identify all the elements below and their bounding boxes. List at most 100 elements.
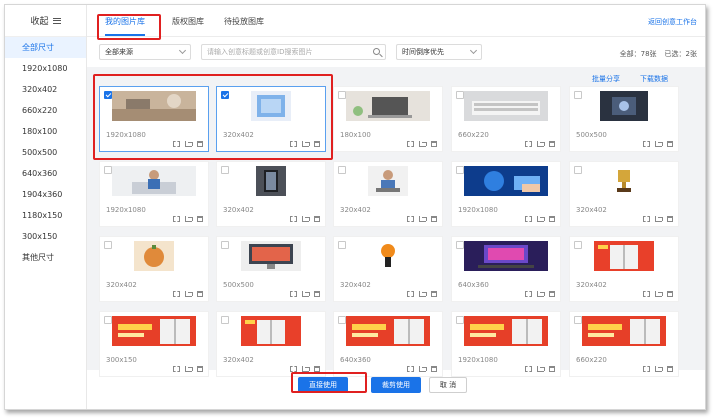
- crop-icon[interactable]: [185, 216, 193, 222]
- image-card[interactable]: 1920x1080: [451, 311, 561, 377]
- search-icon[interactable]: [373, 48, 380, 55]
- expand-icon[interactable]: [643, 141, 650, 147]
- expand-icon[interactable]: [525, 141, 532, 147]
- expand-icon[interactable]: [173, 216, 180, 222]
- cancel-button[interactable]: 取 消: [429, 377, 467, 393]
- trash-icon[interactable]: [667, 216, 673, 222]
- crop-icon[interactable]: [185, 141, 193, 147]
- image-card[interactable]: 320x402: [333, 161, 443, 227]
- trash-icon[interactable]: [197, 141, 203, 147]
- sidebar-item-500x500[interactable]: 500x500: [5, 142, 86, 163]
- expand-icon[interactable]: [643, 216, 650, 222]
- download-data-link[interactable]: 下载数据: [640, 74, 668, 84]
- crop-icon[interactable]: [185, 291, 193, 297]
- crop-icon[interactable]: [419, 216, 427, 222]
- image-card[interactable]: 660x220: [451, 86, 561, 152]
- crop-use-button[interactable]: 裁剪使用: [371, 377, 421, 393]
- image-card[interactable]: 1920x1080: [99, 86, 209, 152]
- image-card[interactable]: 640x360: [451, 236, 561, 302]
- crop-icon[interactable]: [537, 141, 545, 147]
- image-card[interactable]: 640x360: [333, 311, 443, 377]
- image-card[interactable]: 320x402: [333, 236, 443, 302]
- sidebar-item-1904x360[interactable]: 1904x360: [5, 184, 86, 205]
- image-card[interactable]: 320x402: [99, 236, 209, 302]
- sidebar-item-other-sizes[interactable]: 其他尺寸: [5, 247, 86, 268]
- sidebar-item-320x402[interactable]: 320x402: [5, 79, 86, 100]
- select-checkbox[interactable]: [338, 166, 346, 174]
- select-checkbox[interactable]: [574, 91, 582, 99]
- expand-icon[interactable]: [290, 216, 297, 222]
- crop-icon[interactable]: [655, 141, 663, 147]
- sidebar-collapse[interactable]: 收起: [5, 5, 86, 37]
- trash-icon[interactable]: [431, 216, 437, 222]
- crop-icon[interactable]: [302, 141, 310, 147]
- select-checkbox[interactable]: [574, 241, 582, 249]
- return-workbench-link[interactable]: 返回创意工作台: [648, 17, 697, 27]
- expand-icon[interactable]: [173, 141, 180, 147]
- trash-icon[interactable]: [549, 291, 555, 297]
- sidebar-item-660x220[interactable]: 660x220: [5, 100, 86, 121]
- sidebar-item-1920x1080[interactable]: 1920x1080: [5, 58, 86, 79]
- trash-icon[interactable]: [197, 291, 203, 297]
- crop-icon[interactable]: [537, 291, 545, 297]
- image-card[interactable]: 320x402: [216, 161, 326, 227]
- tab-copyright-library[interactable]: 版权图库: [172, 16, 204, 27]
- search-input[interactable]: [202, 45, 367, 59]
- crop-icon[interactable]: [302, 216, 310, 222]
- select-checkbox[interactable]: [221, 241, 229, 249]
- crop-icon[interactable]: [655, 291, 663, 297]
- trash-icon[interactable]: [431, 291, 437, 297]
- sidebar-item-640x360[interactable]: 640x360: [5, 163, 86, 184]
- sidebar-item-1180x150[interactable]: 1180x150: [5, 205, 86, 226]
- trash-icon[interactable]: [431, 141, 437, 147]
- sidebar-item-all-sizes[interactable]: 全部尺寸: [5, 37, 86, 58]
- expand-icon[interactable]: [525, 216, 532, 222]
- tab-pending-library[interactable]: 待投放图库: [224, 16, 264, 27]
- sort-select[interactable]: 时间倒序优先: [396, 44, 482, 60]
- trash-icon[interactable]: [314, 291, 320, 297]
- image-card[interactable]: 1920x1080: [451, 161, 561, 227]
- expand-icon[interactable]: [525, 291, 532, 297]
- crop-icon[interactable]: [419, 291, 427, 297]
- select-checkbox[interactable]: [104, 241, 112, 249]
- select-checkbox[interactable]: [221, 91, 229, 99]
- trash-icon[interactable]: [549, 216, 555, 222]
- trash-icon[interactable]: [197, 216, 203, 222]
- trash-icon[interactable]: [549, 141, 555, 147]
- select-checkbox[interactable]: [338, 316, 346, 324]
- image-card[interactable]: 320x402: [216, 311, 326, 377]
- image-card[interactable]: 320x402: [569, 236, 679, 302]
- select-checkbox[interactable]: [574, 166, 582, 174]
- select-checkbox[interactable]: [456, 91, 464, 99]
- select-checkbox[interactable]: [456, 166, 464, 174]
- select-checkbox[interactable]: [456, 316, 464, 324]
- image-card[interactable]: 320x402: [216, 86, 326, 152]
- source-select[interactable]: 全部来源: [99, 44, 191, 60]
- image-card[interactable]: 320x402: [569, 161, 679, 227]
- direct-use-button[interactable]: 直接使用: [298, 377, 348, 393]
- expand-icon[interactable]: [407, 291, 414, 297]
- select-checkbox[interactable]: [456, 241, 464, 249]
- image-card[interactable]: 180x100: [333, 86, 443, 152]
- expand-icon[interactable]: [407, 216, 414, 222]
- select-checkbox[interactable]: [104, 316, 112, 324]
- sidebar-item-300x150[interactable]: 300x150: [5, 226, 86, 247]
- image-card[interactable]: 500x500: [569, 86, 679, 152]
- select-checkbox[interactable]: [104, 166, 112, 174]
- crop-icon[interactable]: [537, 216, 545, 222]
- image-card[interactable]: 660x220: [569, 311, 679, 377]
- trash-icon[interactable]: [667, 141, 673, 147]
- batch-share-link[interactable]: 批量分享: [592, 74, 620, 84]
- expand-icon[interactable]: [290, 141, 297, 147]
- trash-icon[interactable]: [314, 141, 320, 147]
- trash-icon[interactable]: [667, 291, 673, 297]
- select-checkbox[interactable]: [221, 316, 229, 324]
- image-card[interactable]: 300x150: [99, 311, 209, 377]
- select-checkbox[interactable]: [104, 91, 112, 99]
- crop-icon[interactable]: [419, 141, 427, 147]
- select-checkbox[interactable]: [338, 241, 346, 249]
- image-card[interactable]: 1920x1080: [99, 161, 209, 227]
- expand-icon[interactable]: [173, 291, 180, 297]
- expand-icon[interactable]: [643, 291, 650, 297]
- select-checkbox[interactable]: [221, 166, 229, 174]
